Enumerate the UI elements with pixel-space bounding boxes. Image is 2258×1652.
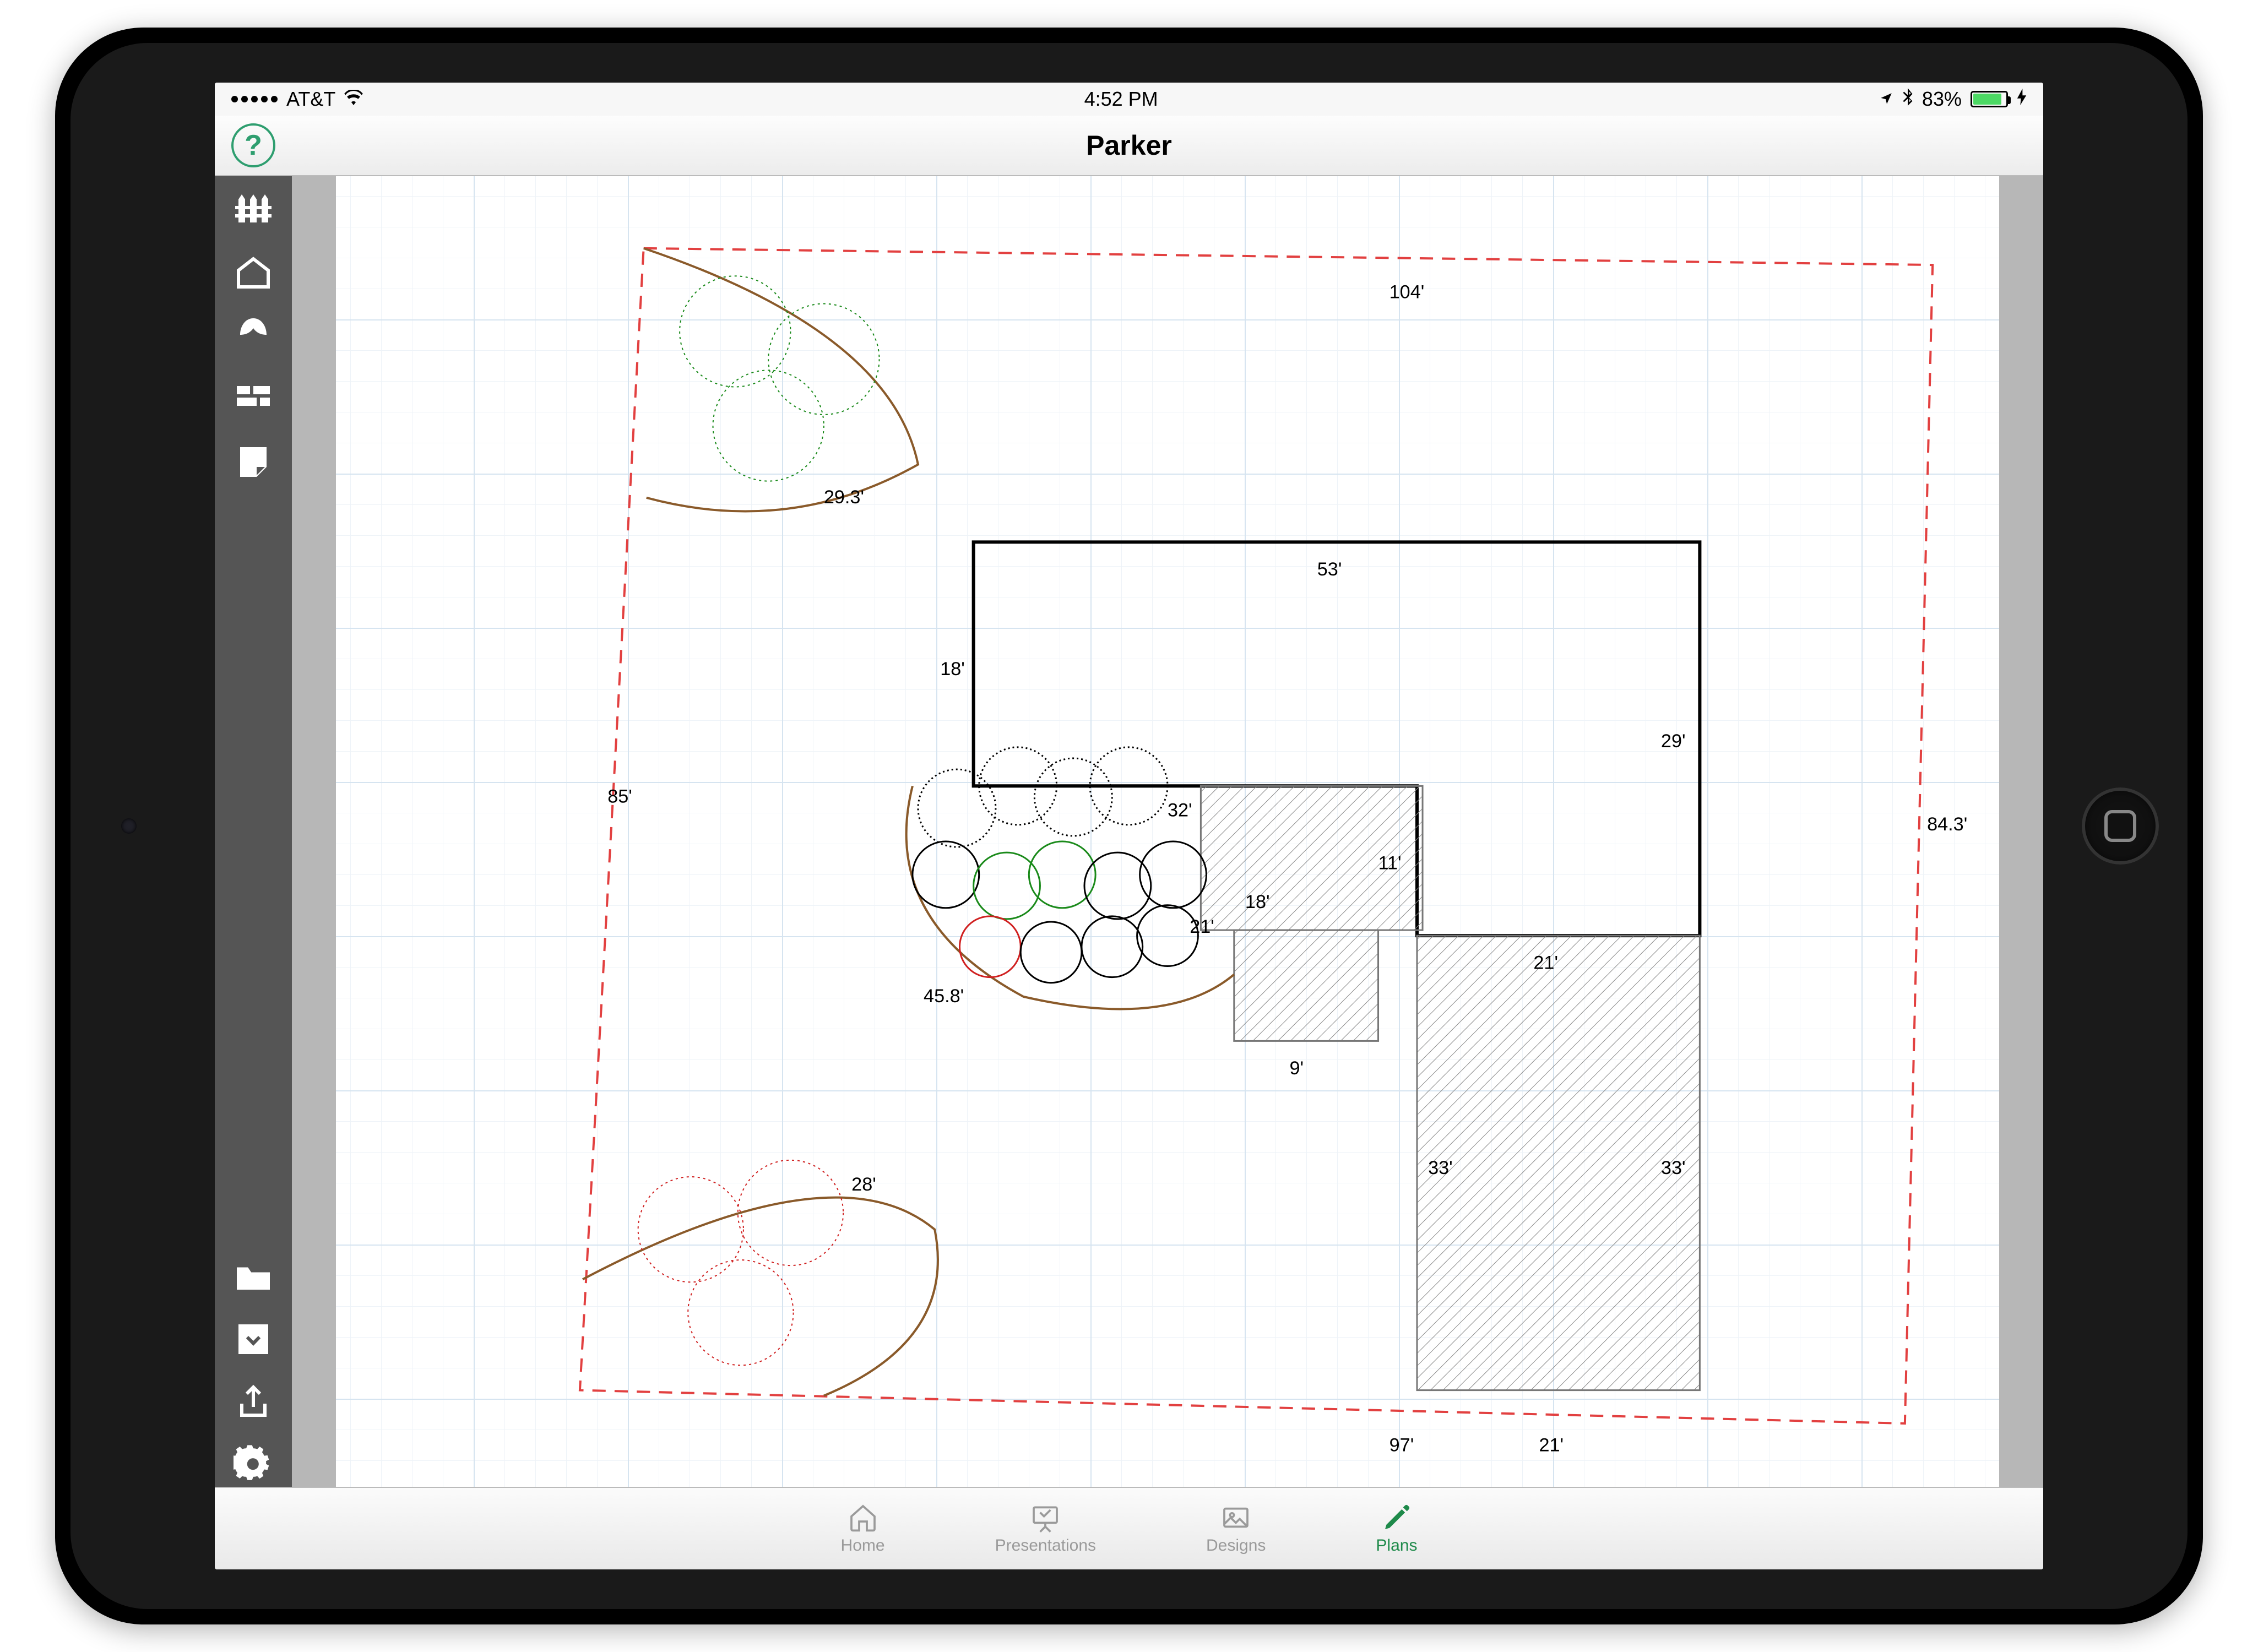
settings-gear-icon[interactable] [231,1443,275,1487]
header: ? Parker [215,116,2043,176]
help-button[interactable]: ? [231,123,275,167]
tab-designs[interactable]: Designs [1206,1502,1266,1555]
fence-tool-icon[interactable] [231,187,275,231]
svg-text:33': 33' [1661,1158,1686,1178]
svg-text:84.3': 84.3' [1927,814,1967,835]
svg-text:9': 9' [1289,1058,1304,1079]
tablet-bezel: AT&T 4:52 PM 83% [55,28,2203,1624]
plant-tool-icon[interactable] [231,313,275,357]
home-icon [845,1502,881,1533]
svg-text:97': 97' [1389,1434,1414,1455]
battery-pct: 83% [1922,88,1962,111]
svg-text:29': 29' [1661,731,1686,752]
bottom-tab-bar: Home Presentations Designs Plans [215,1487,2043,1569]
clock: 4:52 PM [1084,88,1158,111]
svg-text:21': 21' [1190,916,1214,937]
open-folder-icon[interactable] [231,1254,275,1298]
canvas-area: 104' 85' 84.3' 97' 21' 29.3' 28' 45.8' 5… [292,176,2043,1487]
note-tool-icon[interactable] [231,438,275,482]
svg-text:28': 28' [851,1174,876,1195]
plan-drawing: 104' 85' 84.3' 97' 21' 29.3' 28' 45.8' 5… [336,176,1999,1487]
svg-text:29.3': 29.3' [824,487,864,508]
structure-tool-icon[interactable] [231,250,275,294]
svg-text:45.8': 45.8' [924,986,964,1007]
location-icon [1879,88,1893,111]
easel-icon [1027,1502,1063,1533]
image-icon [1218,1502,1254,1533]
pencil-icon [1378,1502,1415,1533]
svg-text:21': 21' [1533,953,1558,974]
svg-text:18': 18' [940,659,965,680]
tab-label: Presentations [995,1536,1096,1555]
tab-label: Home [841,1536,885,1555]
charging-icon [2017,89,2027,110]
signal-icon [231,96,278,102]
tab-label: Designs [1206,1536,1266,1555]
svg-text:85': 85' [607,786,632,807]
device-camera [121,818,137,834]
svg-text:18': 18' [1245,892,1270,912]
share-icon[interactable] [231,1380,275,1424]
screen: AT&T 4:52 PM 83% [215,83,2043,1569]
tab-home[interactable]: Home [841,1502,885,1555]
svg-text:53': 53' [1317,559,1342,580]
device-home-button[interactable] [2082,787,2159,865]
battery-icon [1971,91,2008,107]
page-title: Parker [1086,129,1172,161]
svg-text:104': 104' [1389,281,1425,302]
svg-text:33': 33' [1428,1158,1453,1178]
svg-text:11': 11' [1378,852,1402,873]
tab-presentations[interactable]: Presentations [995,1502,1096,1555]
plan-canvas[interactable]: 104' 85' 84.3' 97' 21' 29.3' 28' 45.8' 5… [336,176,1999,1487]
wifi-icon [344,89,363,110]
hardscape-tool-icon[interactable] [231,376,275,420]
tab-label: Plans [1376,1536,1417,1555]
svg-text:21': 21' [1539,1434,1564,1455]
status-bar: AT&T 4:52 PM 83% [215,83,2043,116]
tool-sidebar [215,176,292,1487]
carrier-label: AT&T [286,88,335,111]
svg-text:32': 32' [1168,800,1192,821]
bluetooth-icon [1902,88,1913,111]
tab-plans[interactable]: Plans [1376,1502,1417,1555]
save-download-icon[interactable] [231,1317,275,1361]
